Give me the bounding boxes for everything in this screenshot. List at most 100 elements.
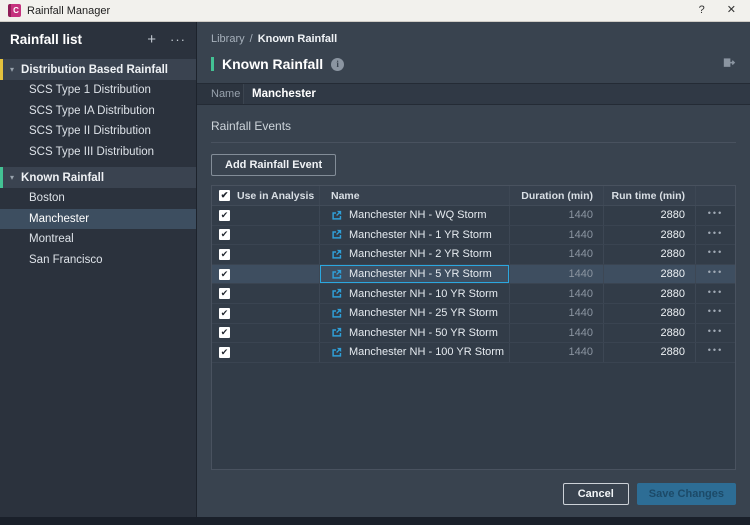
sidebar-group-header[interactable]: ▾ Distribution Based Rainfall	[0, 59, 196, 80]
window-bottom-edge	[0, 517, 750, 525]
ellipsis-icon: •••	[707, 267, 724, 278]
cancel-button[interactable]: Cancel	[562, 482, 629, 505]
name-cell[interactable]: Manchester NH - 10 YR Storm	[320, 284, 510, 303]
breadcrumb: Library / Known Rainfall	[197, 22, 750, 45]
add-rainfall-event-button[interactable]: Add Rainfall Event	[211, 154, 337, 176]
name-cell[interactable]: Manchester NH - WQ Storm	[320, 206, 510, 225]
info-icon[interactable]: i	[331, 57, 345, 71]
table-row[interactable]: ✔ Manchester NH - 10 YR Storm 1440 2880 •••	[212, 284, 735, 304]
use-in-analysis-cell: ✔	[212, 323, 320, 343]
row-menu-button[interactable]: •••	[696, 343, 735, 362]
ellipsis-icon: •••	[707, 227, 724, 238]
table-row[interactable]: ✔ Manchester NH - WQ Storm 1440 2880 •••	[212, 206, 735, 226]
name-cell[interactable]: Manchester NH - 1 YR Storm	[320, 225, 510, 245]
row-checkbox[interactable]: ✔	[219, 209, 230, 221]
name-cell[interactable]: Manchester NH - 25 YR Storm	[320, 303, 510, 323]
name-cell[interactable]: Manchester NH - 5 YR Storm	[320, 264, 510, 284]
duration-cell: 1440	[510, 284, 604, 303]
sidebar-item-label: SCS Type 1 Distribution	[29, 84, 151, 97]
open-event-icon[interactable]	[331, 249, 342, 260]
row-checkbox[interactable]: ✔	[219, 268, 230, 280]
duration-cell: 1440	[510, 343, 604, 362]
row-menu-button[interactable]: •••	[696, 304, 735, 323]
open-event-icon[interactable]	[331, 229, 342, 240]
name-field-value[interactable]: Manchester	[243, 84, 750, 104]
row-checkbox[interactable]: ✔	[219, 307, 230, 319]
table-row[interactable]: ✔ Manchester NH - 50 YR Storm 1440 2880 •••	[212, 323, 735, 344]
ellipsis-icon: •••	[707, 208, 724, 219]
export-icon[interactable]	[721, 57, 736, 72]
use-in-analysis-cell: ✔	[212, 284, 320, 303]
select-all-checkbox[interactable]: ✔	[219, 190, 230, 201]
sidebar-item[interactable]: Montreal	[0, 229, 196, 250]
add-rainfall-icon[interactable]: +	[147, 32, 156, 47]
window-title: Rainfall Manager	[27, 4, 111, 17]
help-button[interactable]: ?	[699, 5, 705, 16]
row-menu-button[interactable]: •••	[696, 324, 735, 343]
sidebar-title: Rainfall list	[10, 31, 83, 47]
sidebar-item[interactable]: Manchester	[0, 208, 196, 229]
sidebar-group-label: Distribution Based Rainfall	[21, 63, 168, 76]
event-name: Manchester NH - WQ Storm	[349, 209, 487, 222]
row-checkbox[interactable]: ✔	[219, 229, 230, 241]
open-event-icon[interactable]	[331, 308, 342, 319]
rainfall-manager-window: C Rainfall Manager ? ✕ Rainfall list + ·…	[0, 0, 750, 525]
sidebar-item[interactable]: SCS Type III Distribution	[0, 142, 196, 163]
duration-cell: 1440	[510, 225, 604, 245]
ellipsis-icon: •••	[707, 325, 724, 336]
event-name: Manchester NH - 5 YR Storm	[349, 268, 492, 281]
open-event-icon[interactable]	[331, 327, 342, 338]
name-cell[interactable]: Manchester NH - 50 YR Storm	[320, 323, 510, 343]
use-in-analysis-cell: ✔	[212, 303, 320, 323]
table-row[interactable]: ✔ Manchester NH - 1 YR Storm 1440 2880 •••	[212, 225, 735, 246]
table-row[interactable]: ✔ Manchester NH - 100 YR Storm 1440 2880 •••	[212, 343, 735, 363]
runtime-cell: 2880	[604, 284, 696, 303]
row-checkbox[interactable]: ✔	[219, 346, 230, 358]
runtime-cell: 2880	[604, 343, 696, 362]
duration-column-header[interactable]: Duration (min)	[510, 186, 604, 205]
sidebar-group-header[interactable]: ▾ Known Rainfall	[0, 167, 196, 188]
sidebar-item[interactable]: SCS Type II Distribution	[0, 121, 196, 142]
close-button[interactable]: ✕	[727, 5, 736, 16]
sidebar-item-label: SCS Type II Distribution	[29, 125, 151, 138]
caret-down-icon: ▾	[10, 173, 15, 182]
row-checkbox[interactable]: ✔	[219, 288, 230, 300]
open-event-icon[interactable]	[331, 347, 342, 358]
ellipsis-icon: •••	[707, 306, 724, 317]
main-panel: Library / Known Rainfall Known Rainfall …	[197, 22, 750, 517]
sidebar-item[interactable]: Boston	[0, 188, 196, 209]
more-options-icon[interactable]: ···	[170, 33, 186, 46]
open-event-icon[interactable]	[331, 288, 342, 299]
open-event-icon[interactable]	[331, 210, 342, 221]
row-menu-button[interactable]: •••	[696, 265, 735, 284]
row-menu-button[interactable]: •••	[696, 245, 735, 264]
runtime-column-header[interactable]: Run time (min)	[604, 186, 696, 205]
sidebar-item[interactable]: San Francisco	[0, 250, 196, 271]
event-name: Manchester NH - 100 YR Storm	[349, 346, 505, 359]
name-cell[interactable]: Manchester NH - 2 YR Storm	[320, 245, 510, 264]
breadcrumb-library[interactable]: Library	[211, 33, 245, 45]
table-row[interactable]: ✔ Manchester NH - 2 YR Storm 1440 2880 •••	[212, 245, 735, 265]
use-in-analysis-label: Use in Analysis	[237, 189, 315, 202]
sidebar-item[interactable]: SCS Type 1 Distribution	[0, 80, 196, 101]
table-row[interactable]: ✔ Manchester NH - 5 YR Storm 1440 2880 •••	[212, 264, 735, 285]
sidebar-item[interactable]: SCS Type IA Distribution	[0, 101, 196, 122]
open-event-icon[interactable]	[331, 269, 342, 280]
name-field-row: Name Manchester	[197, 83, 750, 105]
row-menu-button[interactable]: •••	[696, 226, 735, 245]
app-icon: C	[8, 4, 21, 17]
name-column-header[interactable]: Name	[320, 186, 510, 205]
row-menu-button[interactable]: •••	[696, 206, 735, 225]
save-changes-button[interactable]: Save Changes	[636, 482, 736, 505]
row-checkbox[interactable]: ✔	[219, 248, 230, 260]
use-in-analysis-cell: ✔	[212, 225, 320, 245]
caret-down-icon: ▾	[10, 65, 15, 74]
name-cell[interactable]: Manchester NH - 100 YR Storm	[320, 343, 510, 362]
name-field-label: Name	[211, 88, 241, 100]
row-menu-button[interactable]: •••	[696, 284, 735, 303]
event-name: Manchester NH - 2 YR Storm	[349, 248, 492, 261]
runtime-cell: 2880	[604, 245, 696, 264]
table-row[interactable]: ✔ Manchester NH - 25 YR Storm 1440 2880 •••	[212, 303, 735, 324]
page-title: Known Rainfall	[222, 56, 324, 72]
row-checkbox[interactable]: ✔	[219, 327, 230, 339]
